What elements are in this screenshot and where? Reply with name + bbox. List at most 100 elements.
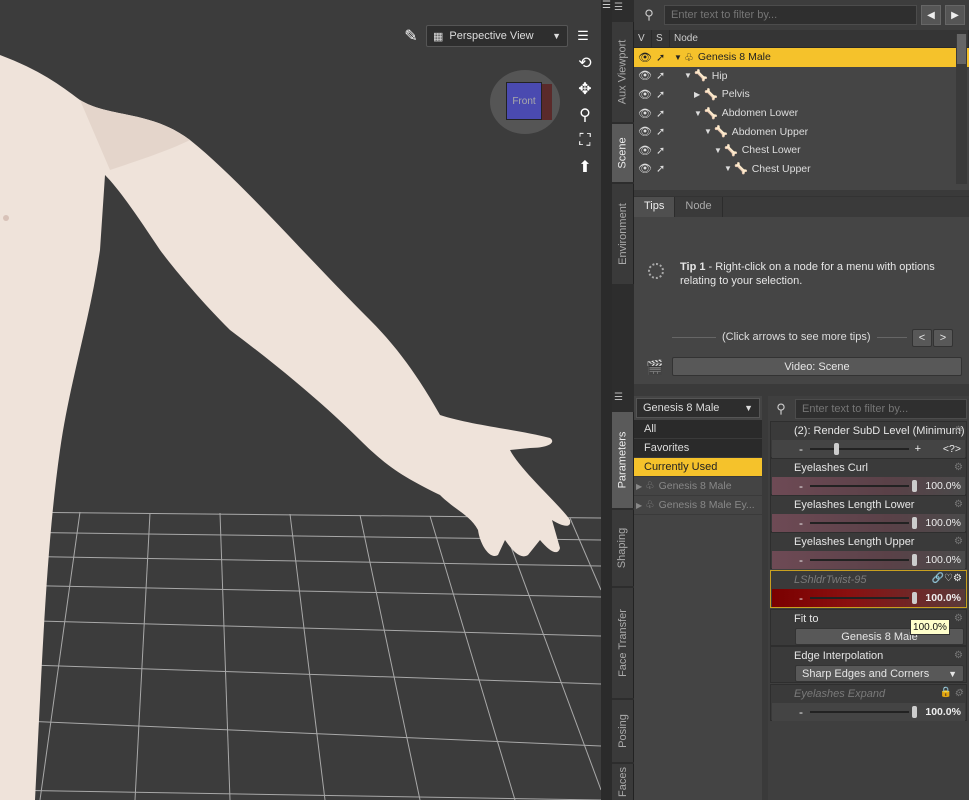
eyelashes-length-upper-slider[interactable]: - 100.0% — [772, 551, 965, 569]
slider-knob[interactable] — [912, 480, 917, 492]
eye-icon[interactable]: 👁 — [638, 162, 652, 175]
pane-menu-icon[interactable]: ☰ — [601, 0, 612, 18]
eye-icon[interactable]: 👁 — [638, 144, 652, 157]
eyelashes-curl-slider[interactable]: - 100.0% — [772, 477, 965, 495]
prev-arrow-button[interactable]: ◀ — [921, 5, 941, 25]
video-scene-button[interactable]: Video: Scene — [672, 357, 962, 376]
collapsed-triangle-icon[interactable]: ▶ — [636, 482, 642, 491]
tab-faces[interactable]: Faces — [612, 764, 634, 800]
zoom-icon[interactable]: ⚲ — [574, 104, 596, 126]
gear-icon[interactable]: ⚙ — [954, 688, 963, 699]
col-selectable[interactable]: S — [652, 30, 670, 47]
edge-interpolation-dropdown[interactable]: Sharp Edges and Corners ▼ — [795, 665, 964, 682]
gear-icon[interactable]: ⚙ — [954, 462, 963, 473]
property-value[interactable]: 100.0% — [925, 554, 961, 566]
figure-selector[interactable]: Genesis 8 Male ▼ — [636, 398, 760, 418]
gear-icon[interactable]: ⚙ — [954, 650, 963, 661]
tab-environment[interactable]: Environment — [612, 184, 634, 284]
expand-triangle-icon[interactable]: ▼ — [684, 71, 694, 80]
gear-icon[interactable]: ⚙ — [954, 425, 963, 436]
minus-icon[interactable]: - — [799, 553, 803, 567]
plus-icon[interactable]: + — [915, 443, 921, 455]
next-tip-button[interactable]: > — [933, 329, 953, 347]
select-arrow-icon[interactable]: ➚ — [656, 107, 665, 120]
tab-tips[interactable]: Tips — [634, 197, 676, 217]
gear-icon[interactable]: ⚙ — [954, 499, 963, 510]
prev-tip-button[interactable]: < — [912, 329, 932, 347]
tab-menu-icon[interactable]: ☰ — [614, 2, 623, 13]
lshldr-twist-slider[interactable]: - 100.0% — [772, 589, 965, 607]
scene-filter-input[interactable] — [664, 5, 917, 25]
tree-row-hip[interactable]: 👁 ➚ ▼ 🦴 Hip — [634, 67, 969, 86]
select-arrow-icon[interactable]: ➚ — [656, 88, 665, 101]
view-cube-front[interactable]: Front — [506, 82, 542, 120]
scene-scrollbar[interactable] — [956, 34, 967, 184]
camera-light-icon[interactable]: ✎ — [400, 25, 422, 47]
slider-knob[interactable] — [834, 443, 839, 455]
pan-icon[interactable]: ✥ — [574, 78, 596, 100]
category-all[interactable]: All — [634, 420, 762, 439]
link-heart-gear-icons[interactable]: 🔗♡⚙ — [932, 573, 962, 584]
3d-viewport[interactable]: ✎ ▦ Perspective View ▼ ☰ Front ⟲ ✥ ⚲ ⛶ ⬆ — [0, 0, 601, 800]
minus-icon[interactable]: - — [799, 442, 803, 456]
slider-knob[interactable] — [912, 592, 917, 604]
collapsed-triangle-icon[interactable]: ▶ — [636, 501, 642, 510]
orbit-icon[interactable]: ⟲ — [574, 52, 596, 74]
eye-icon[interactable]: 👁 — [638, 125, 652, 138]
expand-triangle-icon[interactable]: ▼ — [694, 109, 704, 118]
minus-icon[interactable]: - — [799, 479, 803, 493]
lock-icon[interactable]: 🔒 — [940, 687, 952, 698]
collapsed-triangle-icon[interactable]: ▶ — [694, 90, 704, 99]
subd-slider[interactable]: - + <?> — [772, 440, 965, 458]
select-arrow-icon[interactable]: ➚ — [656, 144, 665, 157]
select-arrow-icon[interactable]: ➚ — [656, 162, 665, 175]
tree-row-abdomen-upper[interactable]: 👁 ➚ ▼ 🦴 Abdomen Upper — [634, 122, 969, 141]
gear-icon[interactable]: ⚙ — [954, 613, 963, 624]
expand-triangle-icon[interactable]: ▼ — [674, 53, 684, 62]
tab-menu-icon[interactable]: ☰ — [614, 392, 623, 403]
select-arrow-icon[interactable]: ➚ — [656, 69, 665, 82]
minus-icon[interactable]: - — [799, 516, 803, 530]
category-favorites[interactable]: Favorites — [634, 439, 762, 458]
next-arrow-button[interactable]: ▶ — [945, 5, 965, 25]
minus-icon[interactable]: - — [799, 591, 803, 605]
property-value[interactable]: <?> — [943, 443, 961, 455]
tab-face-transfer[interactable]: Face Transfer — [612, 588, 634, 698]
view-selector[interactable]: ▦ Perspective View ▼ — [426, 25, 568, 47]
col-node[interactable]: Node — [670, 30, 969, 47]
reset-view-icon[interactable]: ⬆ — [574, 156, 596, 178]
eye-icon[interactable]: 👁 — [638, 51, 652, 64]
viewport-menu-icon[interactable]: ☰ — [572, 25, 594, 47]
scrollbar-thumb[interactable] — [957, 34, 966, 64]
eye-icon[interactable]: 👁 — [638, 88, 652, 101]
tab-scene[interactable]: Scene — [612, 124, 634, 182]
category-genesis-8-male[interactable]: ▶ ♧ Genesis 8 Male — [634, 477, 762, 496]
category-genesis-8-male-eyelashes[interactable]: ▶ ♧ Genesis 8 Male Ey... — [634, 496, 762, 515]
select-arrow-icon[interactable]: ➚ — [656, 51, 665, 64]
slider-knob[interactable] — [912, 517, 917, 529]
minus-icon[interactable]: - — [799, 705, 803, 719]
tree-row-genesis-8-male[interactable]: 👁 ➚ ▼ ♧ Genesis 8 Male — [634, 48, 969, 67]
frame-icon[interactable]: ⛶ — [574, 130, 596, 152]
view-cube[interactable]: Front — [490, 70, 560, 134]
panel-splitter[interactable]: ☰ — [601, 0, 612, 800]
tab-node[interactable]: Node — [675, 197, 723, 217]
search-icon[interactable]: ⚲ — [770, 399, 792, 419]
eye-icon[interactable]: 👁 — [638, 69, 652, 82]
tree-row-chest-lower[interactable]: 👁 ➚ ▼ 🦴 Chest Lower — [634, 141, 969, 160]
eye-icon[interactable]: 👁 — [638, 107, 652, 120]
expand-triangle-icon[interactable]: ▼ — [714, 146, 724, 155]
tab-parameters[interactable]: Parameters — [612, 412, 634, 508]
slider-knob[interactable] — [912, 554, 917, 566]
params-filter-input[interactable] — [795, 399, 967, 419]
property-value[interactable]: 100.0% — [925, 517, 961, 529]
tree-row-abdomen-lower[interactable]: 👁 ➚ ▼ 🦴 Abdomen Lower — [634, 104, 969, 123]
expand-triangle-icon[interactable]: ▼ — [704, 127, 714, 136]
tree-row-pelvis[interactable]: 👁 ➚ ▶ 🦴 Pelvis — [634, 85, 969, 104]
slider-knob[interactable] — [912, 706, 917, 718]
property-value[interactable]: 100.0% — [925, 706, 961, 718]
select-arrow-icon[interactable]: ➚ — [656, 125, 665, 138]
eyelashes-expand-slider[interactable]: - 100.0% — [772, 703, 965, 721]
gear-icon[interactable]: ⚙ — [954, 536, 963, 547]
property-value[interactable]: 100.0% — [925, 480, 961, 492]
